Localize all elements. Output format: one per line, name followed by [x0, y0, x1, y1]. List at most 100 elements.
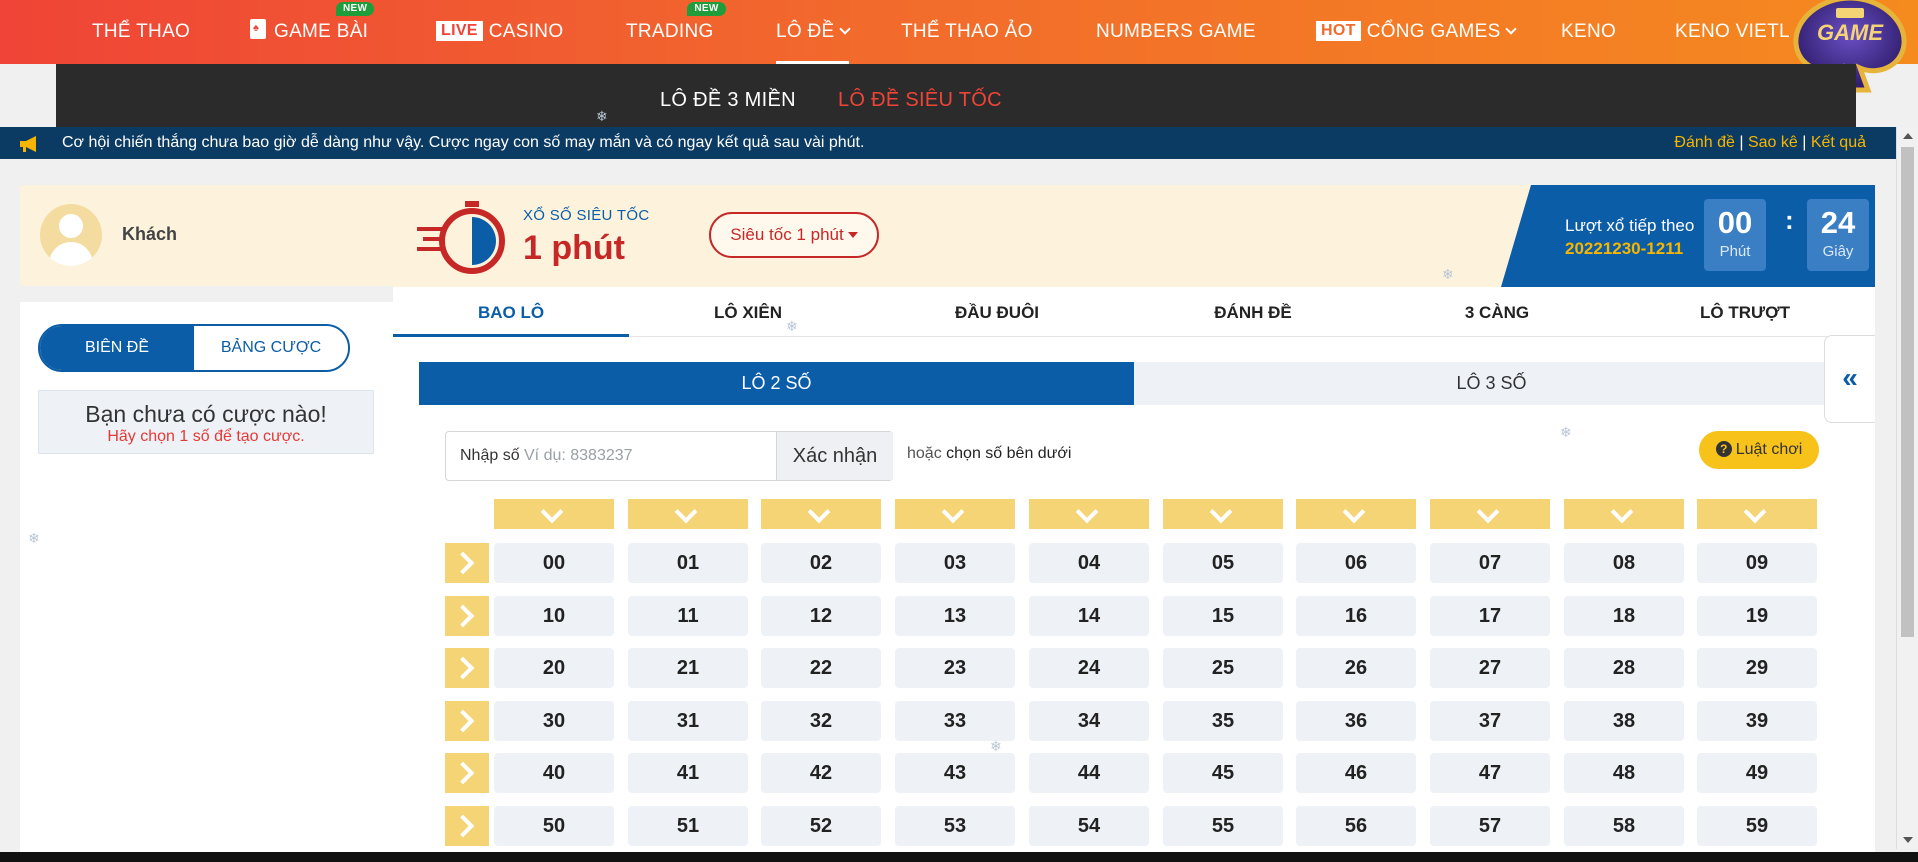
column-select-button[interactable] [1697, 499, 1817, 529]
period-dropdown[interactable]: Siêu tốc 1 phút [709, 212, 879, 258]
nav-item-the-thao-ao[interactable]: THỂ THAO ẢO [901, 0, 1033, 64]
number-cell[interactable]: 21 [628, 648, 748, 688]
number-cell[interactable]: 35 [1163, 701, 1283, 741]
column-select-button[interactable] [1564, 499, 1684, 529]
nav-item-lo-de[interactable]: LÔ ĐỀ [776, 0, 851, 64]
row-select-button[interactable] [445, 648, 489, 688]
page-scrollbar[interactable] [1896, 127, 1918, 849]
number-cell[interactable]: 57 [1430, 806, 1550, 846]
number-cell[interactable]: 08 [1564, 543, 1684, 583]
number-cell[interactable]: 19 [1697, 596, 1817, 636]
tab-3-cang[interactable]: 3 CÀNG [1379, 287, 1615, 337]
number-cell[interactable]: 04 [1029, 543, 1149, 583]
number-cell[interactable]: 49 [1697, 753, 1817, 793]
link-sao-ke[interactable]: Sao kê [1748, 134, 1798, 151]
row-select-button[interactable] [445, 806, 489, 846]
number-cell[interactable]: 46 [1296, 753, 1416, 793]
row-select-button[interactable] [445, 701, 489, 741]
subtab-lo-2-so[interactable]: LÔ 2 SỐ [419, 362, 1134, 405]
scroll-down-arrow-icon[interactable] [1903, 837, 1913, 843]
collapse-panel-toggle[interactable]: « [1824, 335, 1875, 423]
number-cell[interactable]: 47 [1430, 753, 1550, 793]
scroll-up-arrow-icon[interactable] [1903, 133, 1913, 139]
number-cell[interactable]: 51 [628, 806, 748, 846]
tab-bao-lo[interactable]: BAO LÔ [393, 287, 629, 337]
number-cell[interactable]: 07 [1430, 543, 1550, 583]
number-cell[interactable]: 13 [895, 596, 1015, 636]
tab-bang-cuoc[interactable]: BẢNG CƯỢC [194, 326, 348, 370]
number-cell[interactable]: 36 [1296, 701, 1416, 741]
number-cell[interactable]: 03 [895, 543, 1015, 583]
column-select-button[interactable] [761, 499, 881, 529]
tab-lo-truot[interactable]: LÔ TRƯỢT [1627, 287, 1863, 337]
number-cell[interactable]: 17 [1430, 596, 1550, 636]
column-select-button[interactable] [1430, 499, 1550, 529]
number-cell[interactable]: 20 [494, 648, 614, 688]
number-cell[interactable]: 25 [1163, 648, 1283, 688]
number-cell[interactable]: 26 [1296, 648, 1416, 688]
nav-item-trading[interactable]: TRADING NEW [626, 0, 726, 64]
number-cell[interactable]: 40 [494, 753, 614, 793]
subnav-lo-de-3-mien[interactable]: LÔ ĐỀ 3 MIỀN [660, 64, 796, 136]
link-ket-qua[interactable]: Kết quả [1811, 134, 1866, 151]
column-select-button[interactable] [1029, 499, 1149, 529]
row-select-button[interactable] [445, 753, 489, 793]
nav-item-the-thao[interactable]: THỂ THAO [92, 0, 190, 64]
number-cell[interactable]: 45 [1163, 753, 1283, 793]
nav-item-game-bai[interactable]: ♠ GAME BÀI NEW [250, 0, 375, 64]
number-cell[interactable]: 32 [761, 701, 881, 741]
number-cell[interactable]: 52 [761, 806, 881, 846]
number-cell[interactable]: 37 [1430, 701, 1550, 741]
number-cell[interactable]: 41 [628, 753, 748, 793]
number-cell[interactable]: 02 [761, 543, 881, 583]
number-cell[interactable]: 34 [1029, 701, 1149, 741]
number-cell[interactable]: 27 [1430, 648, 1550, 688]
link-danh-de[interactable]: Đánh đề [1674, 134, 1735, 151]
number-cell[interactable]: 10 [494, 596, 614, 636]
number-cell[interactable]: 29 [1697, 648, 1817, 688]
number-cell[interactable]: 15 [1163, 596, 1283, 636]
nav-item-casino[interactable]: LIVE CASINO [436, 0, 563, 64]
nav-item-keno-vietlott[interactable]: KENO VIETL [1675, 0, 1790, 64]
number-cell[interactable]: 39 [1697, 701, 1817, 741]
column-select-button[interactable] [628, 499, 748, 529]
number-cell[interactable]: 24 [1029, 648, 1149, 688]
number-cell[interactable]: 55 [1163, 806, 1283, 846]
number-cell[interactable]: 56 [1296, 806, 1416, 846]
column-select-button[interactable] [895, 499, 1015, 529]
number-cell[interactable]: 54 [1029, 806, 1149, 846]
number-cell[interactable]: 16 [1296, 596, 1416, 636]
number-cell[interactable]: 33 [895, 701, 1015, 741]
number-cell[interactable]: 58 [1564, 806, 1684, 846]
rules-button[interactable]: ? Luật chơi [1699, 431, 1819, 469]
nav-item-numbers-game[interactable]: NUMBERS GAME [1096, 0, 1256, 64]
number-input[interactable] [524, 440, 764, 472]
number-cell[interactable]: 12 [761, 596, 881, 636]
subnav-lo-de-sieu-toc[interactable]: LÔ ĐỀ SIÊU TỐC [838, 64, 1002, 136]
confirm-button[interactable]: Xác nhận [776, 432, 893, 480]
column-select-button[interactable] [1163, 499, 1283, 529]
nav-item-cong-games[interactable]: HOT CỔNG GAMES [1316, 0, 1517, 64]
number-cell[interactable]: 28 [1564, 648, 1684, 688]
column-select-button[interactable] [1296, 499, 1416, 529]
scroll-thumb[interactable] [1901, 147, 1914, 637]
number-cell[interactable]: 43 [895, 753, 1015, 793]
number-cell[interactable]: 09 [1697, 543, 1817, 583]
tab-danh-de[interactable]: ĐÁNH ĐỀ [1135, 287, 1371, 337]
number-cell[interactable]: 06 [1296, 543, 1416, 583]
number-cell[interactable]: 53 [895, 806, 1015, 846]
number-cell[interactable]: 14 [1029, 596, 1149, 636]
number-cell[interactable]: 00 [494, 543, 614, 583]
row-select-button[interactable] [445, 596, 489, 636]
tab-dau-duoi[interactable]: ĐẦU ĐUÔI [879, 287, 1115, 337]
nav-item-keno[interactable]: KENO [1561, 0, 1616, 64]
number-cell[interactable]: 30 [494, 701, 614, 741]
number-cell[interactable]: 01 [628, 543, 748, 583]
tab-bien-de[interactable]: BIÊN ĐỀ [40, 326, 194, 370]
number-cell[interactable]: 48 [1564, 753, 1684, 793]
number-cell[interactable]: 18 [1564, 596, 1684, 636]
number-cell[interactable]: 44 [1029, 753, 1149, 793]
subtab-lo-3-so[interactable]: LÔ 3 SỐ [1134, 362, 1849, 405]
number-cell[interactable]: 23 [895, 648, 1015, 688]
column-select-button[interactable] [494, 499, 614, 529]
